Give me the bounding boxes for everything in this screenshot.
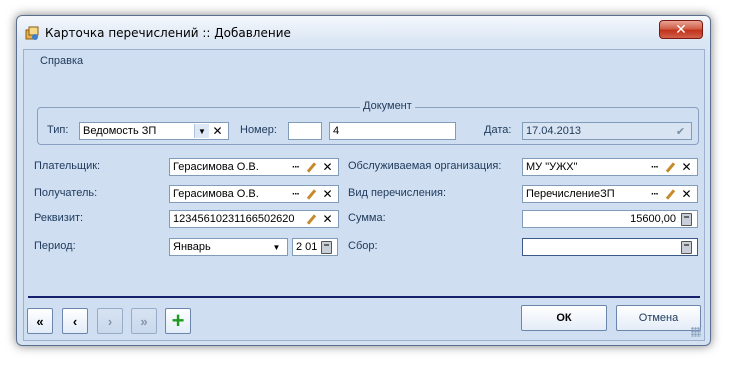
edit-pen-icon[interactable]	[304, 212, 319, 226]
date-label: Дата:	[484, 124, 512, 136]
last-record-button[interactable]: »	[131, 308, 157, 334]
edit-pen-icon[interactable]	[304, 160, 319, 174]
clear-icon[interactable]: ✕	[679, 187, 694, 201]
recipient-label: Получатель:	[34, 187, 98, 199]
period-year-field[interactable]: 2 01	[292, 238, 338, 256]
ellipsis-icon[interactable]: ···	[288, 187, 303, 201]
amount-label: Сумма:	[348, 212, 386, 224]
type-label: Тип:	[47, 124, 69, 136]
fee-field[interactable]	[522, 238, 698, 256]
period-month-value: Январь	[173, 241, 211, 253]
edit-pen-icon[interactable]	[663, 187, 678, 201]
amount-value: 15600,00	[630, 213, 676, 225]
number-prefix-field[interactable]	[288, 122, 322, 140]
period-month-select[interactable]: Январь ▼	[169, 238, 288, 256]
double-chevron-right-icon: »	[140, 313, 148, 329]
transfer-type-label: Вид перечисления:	[348, 187, 447, 199]
fee-label: Сбор:	[348, 240, 378, 252]
cancel-button-label: Отмена	[638, 312, 679, 324]
prev-record-button[interactable]: ‹	[62, 308, 88, 334]
requisite-value: 12345610231166502620	[173, 213, 295, 225]
next-record-button[interactable]: ›	[97, 308, 123, 334]
ellipsis-icon[interactable]: ···	[288, 160, 303, 174]
close-button[interactable]: ✕	[659, 20, 703, 39]
first-record-button[interactable]: «	[27, 308, 53, 334]
dialog-body: Справка Документ Тип: Ведомость ЗП ▼ ✕ Н…	[23, 49, 705, 341]
chevron-down-icon[interactable]: ▼	[269, 240, 284, 254]
ok-button[interactable]: ОК	[521, 305, 607, 331]
chevron-left-icon: ‹	[72, 313, 78, 329]
ok-button-label: ОК	[556, 312, 572, 324]
type-select[interactable]: Ведомость ЗП ▼ ✕	[79, 122, 229, 140]
title-bar[interactable]: Карточка перечислений :: Добавление ✕	[17, 16, 710, 49]
resize-grip[interactable]	[691, 327, 701, 337]
close-icon: ✕	[675, 21, 687, 37]
clear-icon[interactable]: ✕	[320, 187, 335, 201]
footer-separator	[28, 296, 700, 298]
recipient-value: Герасимова О.В.	[173, 188, 259, 200]
number-label: Номер:	[240, 124, 277, 136]
edit-pen-icon[interactable]	[304, 187, 319, 201]
edit-pen-icon[interactable]	[663, 160, 678, 174]
recipient-field[interactable]: Герасимова О.В. ··· ✕	[169, 185, 339, 203]
menu-help[interactable]: Справка	[40, 55, 83, 67]
calendar-check-icon: ✔	[675, 125, 686, 138]
window-title: Карточка перечислений :: Добавление	[45, 26, 291, 40]
org-field[interactable]: МУ "УЖХ" ··· ✕	[522, 158, 698, 176]
ellipsis-icon[interactable]: ···	[647, 187, 662, 201]
chevron-down-icon[interactable]: ▼	[194, 124, 209, 138]
transfer-type-field[interactable]: ПеречислениеЗП ··· ✕	[522, 185, 698, 203]
org-value: МУ "УЖХ"	[526, 161, 578, 173]
chevron-right-icon: ›	[107, 313, 113, 329]
document-group-legend: Документ	[360, 100, 415, 112]
date-value: 17.04.2013	[526, 125, 582, 137]
payer-field[interactable]: Герасимова О.В. ··· ✕	[169, 158, 339, 176]
calculator-icon[interactable]	[679, 240, 694, 254]
clear-icon[interactable]: ✕	[679, 160, 694, 174]
double-chevron-left-icon: «	[36, 313, 44, 329]
add-record-button[interactable]: +	[165, 308, 191, 334]
number-field[interactable]: 4	[329, 122, 456, 140]
payer-value: Герасимова О.В.	[173, 161, 259, 173]
period-label: Период:	[34, 240, 76, 252]
date-field: 17.04.2013 ✔	[522, 122, 692, 140]
requisite-label: Реквизит:	[34, 212, 84, 224]
type-value: Ведомость ЗП	[83, 125, 157, 137]
clear-icon[interactable]: ✕	[320, 212, 335, 226]
ellipsis-icon[interactable]: ···	[647, 160, 662, 174]
calculator-icon[interactable]	[319, 240, 334, 254]
payer-label: Плательщик:	[34, 160, 101, 172]
requisite-field[interactable]: 12345610231166502620 ✕	[169, 210, 339, 228]
cancel-button[interactable]: Отмена	[616, 305, 701, 331]
amount-field[interactable]: 15600,00	[522, 210, 698, 228]
dialog-window: Карточка перечислений :: Добавление ✕ Сп…	[16, 15, 711, 346]
org-label: Обслуживаемая организация:	[348, 160, 502, 172]
period-year-value: 2 01	[296, 241, 318, 253]
plus-icon: +	[171, 308, 185, 333]
app-card-icon	[25, 26, 39, 40]
clear-icon[interactable]: ✕	[210, 124, 225, 138]
calculator-icon[interactable]	[679, 212, 694, 226]
number-value: 4	[333, 125, 340, 137]
transfer-type-value: ПеречислениеЗП	[526, 188, 615, 200]
clear-icon[interactable]: ✕	[320, 160, 335, 174]
